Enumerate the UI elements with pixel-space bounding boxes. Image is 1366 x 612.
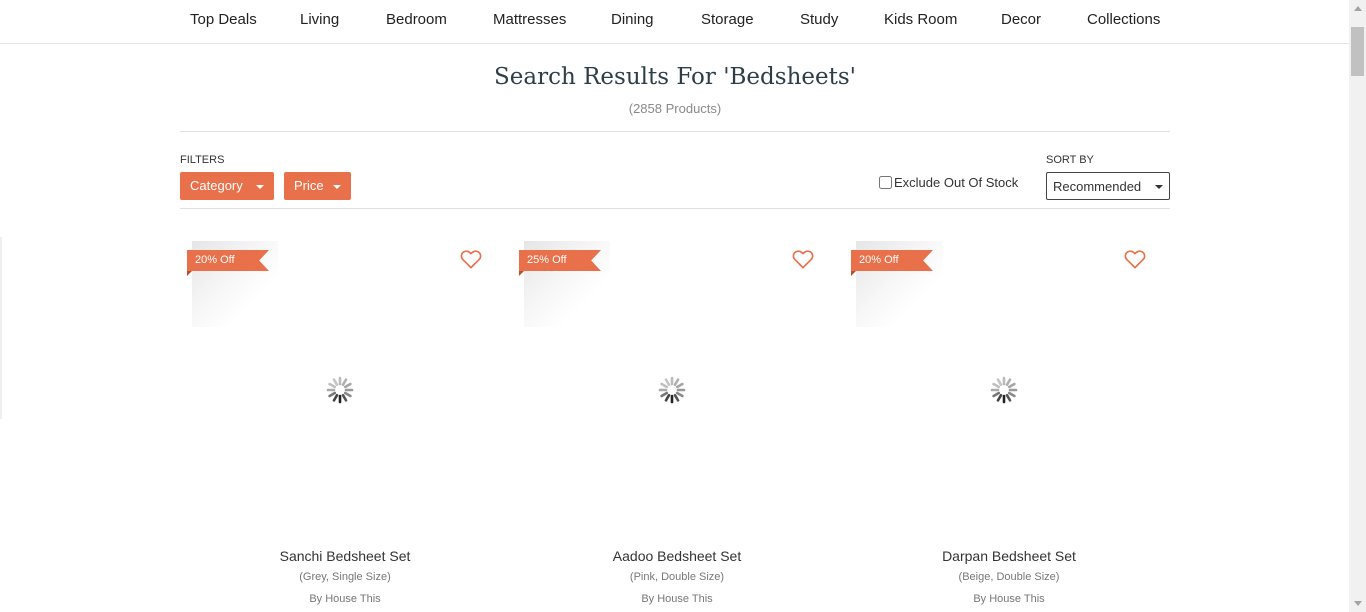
- top-nav: Top Deals Living Bedroom Mattresses Dini…: [0, 0, 1349, 44]
- result-count: (2858 Products): [628, 101, 722, 116]
- product-name[interactable]: Darpan Bedsheet Set: [853, 548, 1165, 564]
- caret-down-icon: [1155, 185, 1163, 189]
- sort-label: SORT BY: [1046, 154, 1094, 166]
- product-variant: (Beige, Double Size): [958, 571, 1060, 583]
- product-brand: By House This: [309, 593, 381, 605]
- exclude-out-of-stock-label: Exclude Out Of Stock: [894, 175, 1019, 190]
- divider: [180, 208, 1170, 209]
- nav-item-mattresses[interactable]: Mattresses: [493, 11, 566, 28]
- caret-down-icon: [256, 185, 264, 189]
- category-filter-button[interactable]: Category: [180, 172, 274, 200]
- nav-item-kids-room[interactable]: Kids Room: [884, 11, 957, 28]
- product-brand: By House This: [973, 593, 1045, 605]
- spinner-icon: [990, 376, 1018, 404]
- heart-icon[interactable]: [460, 249, 482, 269]
- sort-selected-value: Recommended: [1053, 179, 1142, 194]
- nav-item-top-deals[interactable]: Top Deals: [190, 11, 257, 28]
- exclude-out-of-stock-checkbox[interactable]: [879, 176, 892, 189]
- page-title: Search Results For 'Bedsheets': [494, 64, 856, 90]
- product-variant: (Grey, Single Size): [299, 571, 391, 583]
- product-card[interactable]: 25% Off Aadoo Bedsheet Set (Pink, Double…: [519, 238, 833, 612]
- ribbon-fold: [187, 271, 192, 276]
- spinner-icon: [658, 376, 686, 404]
- nav-item-study[interactable]: Study: [800, 11, 838, 28]
- ribbon-fold: [851, 271, 856, 276]
- side-tab-edge: [0, 237, 2, 419]
- product-card[interactable]: 20% Off Sanchi Bedsheet Set (Grey, Singl…: [187, 238, 501, 612]
- scrollbar-thumb[interactable]: [1351, 27, 1364, 76]
- product-brand: By House This: [641, 593, 713, 605]
- spinner-icon: [326, 376, 354, 404]
- nav-item-dining[interactable]: Dining: [611, 11, 654, 28]
- nav-item-bedroom[interactable]: Bedroom: [386, 11, 447, 28]
- nav-item-storage[interactable]: Storage: [701, 11, 754, 28]
- scroll-down-arrow[interactable]: [1349, 595, 1366, 612]
- filters-label: FILTERS: [180, 154, 225, 166]
- product-variant: (Pink, Double Size): [629, 571, 725, 583]
- discount-badge: 20% Off: [851, 250, 933, 271]
- discount-badge: 20% Off: [187, 250, 269, 271]
- vertical-scrollbar[interactable]: [1349, 0, 1366, 612]
- exclude-out-of-stock-option[interactable]: Exclude Out Of Stock: [879, 175, 1018, 190]
- nav-item-living[interactable]: Living: [300, 11, 339, 28]
- discount-badge: 25% Off: [519, 250, 601, 271]
- heart-icon[interactable]: [1124, 249, 1146, 269]
- nav-item-collections[interactable]: Collections: [1087, 11, 1160, 28]
- sort-select[interactable]: Recommended: [1046, 172, 1170, 200]
- price-filter-button[interactable]: Price: [284, 172, 351, 200]
- scroll-up-arrow[interactable]: [1349, 0, 1366, 17]
- product-card[interactable]: 20% Off Darpan Bedsheet Set (Beige, Doub…: [851, 238, 1165, 612]
- product-name[interactable]: Aadoo Bedsheet Set: [521, 548, 833, 564]
- product-name[interactable]: Sanchi Bedsheet Set: [189, 548, 501, 564]
- category-filter-label: Category: [190, 178, 243, 193]
- nav-item-decor[interactable]: Decor: [1001, 11, 1041, 28]
- divider: [180, 131, 1170, 132]
- price-filter-label: Price: [294, 178, 324, 193]
- caret-down-icon: [333, 185, 341, 189]
- heart-icon[interactable]: [792, 249, 814, 269]
- ribbon-fold: [519, 271, 524, 276]
